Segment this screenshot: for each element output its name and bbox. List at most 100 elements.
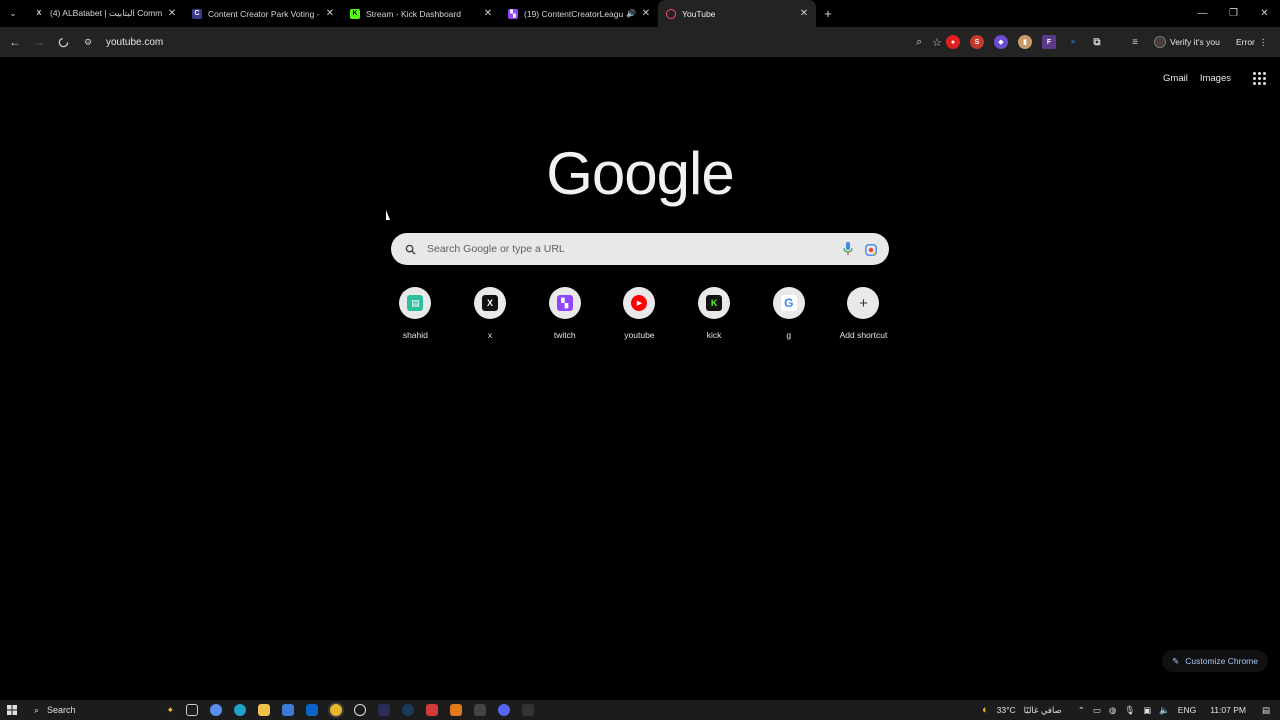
taskbar-search[interactable]: ⌕ Search ✦ [24, 700, 174, 720]
search-input[interactable] [427, 243, 843, 255]
new-tab-page: Gmail Images Google Search Google or typ… [0, 57, 1280, 700]
network-icon[interactable]: ▣ [1143, 705, 1151, 716]
media-extension-icon[interactable]: ≡ [1128, 35, 1142, 49]
store-icon[interactable] [282, 704, 294, 716]
tab-title: Content Creator Park Voting - V [208, 8, 320, 19]
tab-search-button[interactable]: ⌄ [0, 0, 26, 27]
discord-icon[interactable] [498, 704, 510, 716]
customize-chrome-button[interactable]: ✎ Customize Chrome [1162, 650, 1268, 672]
shortcut-label: kick [706, 330, 722, 340]
site-info-icon[interactable]: ⚙ [84, 37, 102, 48]
microphone-icon[interactable]: 🎙 [1124, 705, 1135, 716]
red-extension-icon[interactable]: ● [946, 35, 960, 49]
search-icon: ⌕ [34, 704, 40, 715]
microphone-icon[interactable] [843, 242, 853, 256]
shortcut-label: twitch [553, 330, 576, 340]
search-box[interactable] [391, 233, 889, 265]
weather-temp: 33°C [996, 705, 1016, 715]
edge-icon[interactable] [234, 704, 246, 716]
close-icon[interactable]: ✕ [482, 8, 494, 19]
shortcut-tile: ▶ [623, 287, 656, 319]
close-icon[interactable]: ✕ [640, 8, 652, 19]
new-tab-button[interactable]: + [816, 6, 840, 21]
profile-button[interactable]: Verify it's you [1154, 32, 1220, 52]
plus-icon: + [859, 294, 868, 312]
sound-app-icon[interactable] [522, 704, 534, 716]
tab-strip: ⌄ X (4) ALBatabet | البتابيت Commun ✕ C … [0, 0, 1280, 27]
shortcut-tile: + [847, 287, 880, 319]
more-vertical-icon: ⋮ [1258, 36, 1268, 47]
loading-icon [666, 8, 676, 19]
shortcut-kick[interactable]: K kick [677, 287, 752, 340]
tray-app-icon[interactable]: ◍ [1109, 705, 1116, 716]
shortcut-x[interactable]: X x [453, 287, 528, 340]
chevron-up-icon[interactable]: ⌃ [1078, 705, 1085, 716]
zoom-icon[interactable]: ⌕ [916, 36, 922, 49]
google-apps-icon[interactable] [1253, 72, 1266, 85]
close-icon[interactable]: ✕ [166, 8, 178, 19]
error-menu-button[interactable]: Error ⋮ [1236, 32, 1267, 52]
tab-content-creator-park[interactable]: C Content Creator Park Voting - V ✕ [184, 0, 342, 27]
shortcut-tile: G [772, 287, 805, 319]
dots-app-icon[interactable] [474, 704, 486, 716]
wave-extension-icon[interactable]: ≈ [1066, 35, 1080, 49]
chrome-icon[interactable] [330, 704, 342, 716]
images-link[interactable]: Images [1200, 73, 1231, 84]
volume-icon[interactable]: 🔈 [1159, 705, 1170, 716]
taskbar-search-label: Search [47, 705, 76, 715]
shortcut-shahid[interactable]: ▤ shahid [378, 287, 453, 340]
google-lens-icon[interactable] [865, 243, 877, 256]
copilot-sparkle-icon: ✦ [166, 704, 174, 715]
forward-button[interactable]: → [27, 30, 51, 54]
profile-label: Verify it's you [1170, 37, 1220, 47]
bookmark-star-icon[interactable]: ☆ [932, 36, 942, 49]
tab-youtube[interactable]: YouTube ✕ [658, 0, 816, 27]
extensions-bar: ● S ◆ ▮ F ≈ ⧉ ≡ [946, 30, 1142, 54]
shortcut-twitch[interactable]: ▚ twitch [527, 287, 602, 340]
close-window-button[interactable]: ✕ [1249, 0, 1280, 27]
speaker-icon[interactable]: 🔊 [626, 9, 636, 18]
start-button[interactable] [0, 700, 24, 720]
weather-desc: صافي غالبًا [1023, 704, 1062, 715]
shortcut-youtube[interactable]: ▶ youtube [602, 287, 677, 340]
clock[interactable]: 11:07 PM [1210, 705, 1246, 715]
chevron-down-icon: ⌄ [9, 8, 17, 18]
customize-label: Customize Chrome [1185, 656, 1258, 666]
shortcut-add[interactable]: + Add shortcut [826, 287, 901, 340]
file-explorer-icon[interactable] [258, 704, 270, 716]
tab-content-creator-league[interactable]: ▚ (19) ContentCreatorLeague 🔊 ✕ [500, 0, 658, 27]
shortcut-g[interactable]: G g [751, 287, 826, 340]
address-bar[interactable]: ⚙ youtube.com [80, 30, 942, 54]
task-view-icon[interactable] [186, 704, 198, 716]
notifications-icon[interactable]: ▤ [1262, 705, 1270, 716]
minimize-button[interactable]: — [1187, 0, 1218, 27]
f-extension-icon[interactable]: F [1042, 35, 1056, 49]
outlook-icon[interactable] [306, 704, 318, 716]
shield-extension-icon[interactable]: ◆ [994, 35, 1008, 49]
gmail-link[interactable]: Gmail [1163, 73, 1188, 84]
sync-icon[interactable] [354, 704, 366, 716]
lists-icon[interactable] [378, 704, 390, 716]
red-app-icon[interactable] [426, 704, 438, 716]
tray-app-icon[interactable]: ▭ [1093, 705, 1101, 716]
stop-loading-button[interactable] [51, 30, 75, 54]
ccp-icon: C [192, 8, 202, 19]
windows-logo-icon [7, 705, 17, 715]
steam-icon[interactable] [402, 704, 414, 716]
tab-albatabet[interactable]: X (4) ALBatabet | البتابيت Commun ✕ [26, 0, 184, 27]
pencil-icon: ✎ [1172, 655, 1180, 666]
twitch-icon: ▚ [508, 8, 518, 19]
close-icon[interactable]: ✕ [798, 8, 810, 19]
shortcut-label: shahid [402, 330, 428, 340]
close-icon[interactable]: ✕ [324, 8, 336, 19]
puzzle-extension-icon[interactable]: ⧉ [1090, 35, 1104, 49]
orange-app-icon[interactable] [450, 704, 462, 716]
copilot-icon[interactable] [210, 704, 222, 716]
language-indicator[interactable]: ENG [1178, 705, 1196, 715]
bottle-extension-icon[interactable]: ▮ [1018, 35, 1032, 49]
tab-title: (4) ALBatabet | البتابيت Commun [50, 8, 162, 18]
tab-kick-dashboard[interactable]: K Stream - Kick Dashboard ✕ [342, 0, 500, 27]
s-extension-icon[interactable]: S [970, 35, 984, 49]
back-button[interactable]: ← [3, 30, 27, 54]
restore-button[interactable]: ❐ [1218, 0, 1249, 27]
